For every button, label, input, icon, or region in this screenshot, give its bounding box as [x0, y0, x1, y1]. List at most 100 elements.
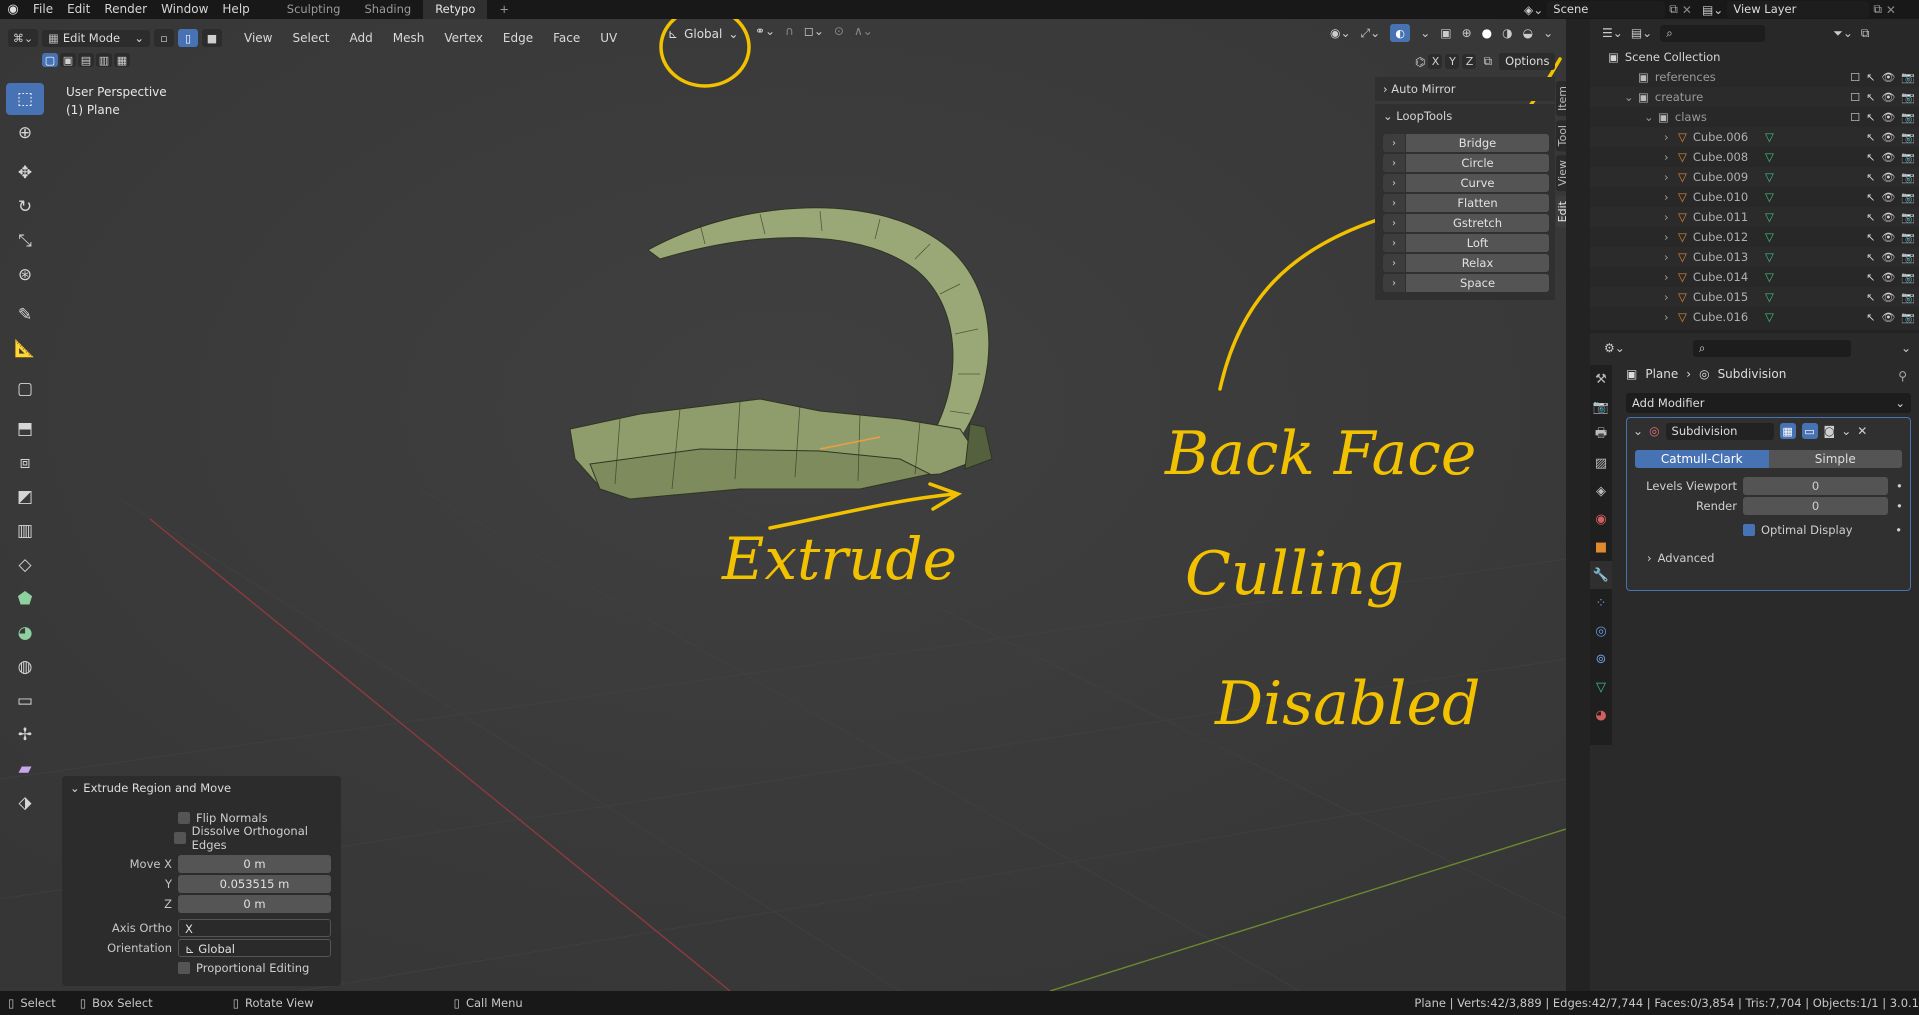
looptools-space-button[interactable]: Space — [1406, 274, 1549, 292]
overlays-dropdown-icon[interactable]: ⌄ — [1420, 26, 1430, 40]
menu-add[interactable]: Add — [342, 27, 381, 49]
exclude-checkbox-icon[interactable]: ☐ — [1850, 71, 1860, 84]
camera-icon[interactable]: 📷 — [1901, 191, 1915, 204]
options-dropdown[interactable]: Options — [1499, 53, 1556, 70]
chevron-right-icon[interactable]: › — [1383, 134, 1405, 152]
camera-icon[interactable]: 📷 — [1901, 231, 1915, 244]
menu-edge[interactable]: Edge — [495, 27, 541, 49]
tool-settings-tab-icon[interactable]: ⚒ — [1590, 365, 1612, 393]
chevron-right-icon[interactable]: › — [1383, 214, 1405, 232]
snap-icon[interactable]: ∩ — [785, 24, 794, 38]
keyframe-dot-icon[interactable]: • — [1896, 479, 1903, 493]
view-layer-tab-icon[interactable]: ▨ — [1590, 449, 1612, 477]
shading-material-icon[interactable]: ◑ — [1502, 26, 1512, 40]
keyframe-dot-icon[interactable]: • — [1896, 499, 1903, 513]
new-view-layer-icon[interactable]: ⧉ — [1873, 2, 1882, 17]
modifier-name-field[interactable]: Subdivision — [1665, 422, 1774, 440]
menu-mesh[interactable]: Mesh — [385, 27, 433, 49]
chevron-right-icon[interactable]: › — [1383, 274, 1405, 292]
smooth-tool-icon[interactable]: ◍ — [6, 651, 44, 683]
chevron-right-icon[interactable]: › — [1664, 210, 1678, 224]
eye-icon[interactable]: 👁 — [1881, 91, 1895, 104]
camera-icon[interactable]: 📷 — [1901, 251, 1915, 264]
menu-file[interactable]: File — [26, 0, 60, 19]
outliner-row[interactable]: ⌄ ▣ claws ☐ ↖ 👁 📷 — [1590, 107, 1919, 127]
options-icon[interactable]: ⌄ — [1901, 341, 1911, 355]
chevron-right-icon[interactable]: › — [1664, 230, 1678, 244]
chevron-down-icon[interactable]: ⌄ — [1644, 110, 1658, 124]
selectable-icon[interactable]: ↖ — [1866, 311, 1875, 324]
selectable-icon[interactable]: ↖ — [1866, 131, 1875, 144]
outliner-row[interactable]: › ▽ Cube.016 ▽ ↖ 👁 📷 — [1590, 307, 1919, 327]
workspace-tab-sculpting[interactable]: Sculpting — [275, 0, 353, 19]
view-layer-icon[interactable]: ▤⌄ — [1702, 3, 1723, 17]
selectable-icon[interactable]: ↖ — [1866, 191, 1875, 204]
simple-button[interactable]: Simple — [1768, 450, 1902, 468]
tab-view[interactable]: View — [1556, 155, 1566, 192]
eye-icon[interactable]: 👁 — [1881, 271, 1895, 284]
chevron-right-icon[interactable]: › — [1664, 270, 1678, 284]
menu-window[interactable]: Window — [154, 0, 215, 19]
shading-dropdown-icon[interactable]: ⌄ — [1543, 26, 1553, 40]
select-intersect-icon[interactable]: ▦ — [114, 53, 130, 67]
collapse-icon[interactable]: ⌄ — [1633, 424, 1643, 438]
mirror-icon[interactable]: ⌬ — [1415, 55, 1425, 69]
eye-icon[interactable]: 👁 — [1881, 131, 1895, 144]
filter-icon[interactable]: ⏷⌄ — [1833, 26, 1853, 41]
poly-build-tool-icon[interactable]: ⬟ — [6, 583, 44, 615]
shear-tool-icon[interactable]: ▰ — [6, 753, 44, 785]
chevron-right-icon[interactable]: › — [1664, 250, 1678, 264]
outliner-row[interactable]: › ▽ Cube.006 ▽ ↖ 👁 📷 — [1590, 127, 1919, 147]
view-layer-field[interactable]: View Layer — [1727, 1, 1870, 18]
mesh-data-icon[interactable]: ▽ — [1765, 130, 1774, 144]
loop-cut-tool-icon[interactable]: ▥ — [6, 515, 44, 547]
selectable-icon[interactable]: ↖ — [1866, 231, 1875, 244]
new-collection-icon[interactable]: ⧉ — [1861, 26, 1870, 41]
menu-select[interactable]: Select — [284, 27, 337, 49]
outliner-row[interactable]: › ▽ Cube.011 ▽ ↖ 👁 📷 — [1590, 207, 1919, 227]
eye-icon[interactable]: 👁 — [1881, 231, 1895, 244]
chevron-right-icon[interactable]: › — [1664, 170, 1678, 184]
gizmo-icon[interactable]: ⤢⌄ — [1361, 26, 1381, 41]
constraints-tab-icon[interactable]: ⊚ — [1590, 645, 1612, 673]
viewport-toggle-icon[interactable]: ▭ — [1801, 423, 1818, 439]
selectable-icon[interactable]: ↖ — [1866, 251, 1875, 264]
move-y-field[interactable]: 0.053515 m — [178, 875, 331, 893]
axis-y-toggle[interactable]: Y — [1445, 54, 1460, 69]
remove-view-layer-icon[interactable]: ✕ — [1886, 3, 1896, 17]
render-toggle-icon[interactable]: ◙ — [1824, 424, 1836, 438]
chevron-right-icon[interactable]: › — [1664, 190, 1678, 204]
data-tab-icon[interactable]: ▽ — [1590, 673, 1612, 701]
menu-face[interactable]: Face — [545, 27, 588, 49]
camera-icon[interactable]: 📷 — [1901, 111, 1915, 124]
proportional-row[interactable]: Proportional Editing — [62, 958, 341, 978]
scale-tool-icon[interactable]: ⤡ — [6, 225, 44, 257]
selectable-icon[interactable]: ↖ — [1866, 271, 1875, 284]
add-modifier-dropdown[interactable]: Add Modifier ⌄ — [1626, 393, 1911, 413]
chevron-down-icon[interactable]: ⌄ — [1624, 90, 1638, 104]
scene-icon[interactable]: ◈⌄ — [1524, 3, 1543, 17]
material-tab-icon[interactable]: ◕ — [1590, 701, 1612, 729]
optimal-display-checkbox[interactable] — [1743, 524, 1755, 536]
display-mode-icon[interactable]: ▤⌄ — [1631, 26, 1652, 40]
visibility-icon[interactable]: ◉⌄ — [1330, 26, 1351, 40]
looptools-gstretch-button[interactable]: Gstretch — [1406, 214, 1549, 232]
selectable-icon[interactable]: ↖ — [1866, 91, 1875, 104]
output-tab-icon[interactable]: 🖶 — [1590, 421, 1612, 449]
exclude-checkbox-icon[interactable]: ☐ — [1850, 91, 1860, 104]
tab-item[interactable]: Item — [1556, 81, 1566, 117]
scene-field[interactable]: Scene — [1547, 1, 1666, 18]
outliner-row[interactable]: ▣ references ☐ ↖ 👁 📷 — [1590, 67, 1919, 87]
outliner-scene-collection[interactable]: ▣ Scene Collection — [1590, 47, 1919, 67]
eye-icon[interactable]: 👁 — [1881, 191, 1895, 204]
select-extend-icon[interactable]: ▣ — [60, 53, 76, 67]
mesh-data-icon[interactable]: ▽ — [1765, 150, 1774, 164]
chevron-right-icon[interactable]: › — [1383, 254, 1405, 272]
outliner-row[interactable]: › ▽ Cube.010 ▽ ↖ 👁 📷 — [1590, 187, 1919, 207]
xray-icon[interactable]: ▣ — [1440, 26, 1451, 40]
selectable-icon[interactable]: ↖ — [1866, 111, 1875, 124]
outliner-row[interactable]: › ▽ Cube.015 ▽ ↖ 👁 📷 — [1590, 287, 1919, 307]
transform-orientation-select[interactable]: ⊾ Global ⌄ — [668, 24, 738, 44]
camera-icon[interactable]: 📷 — [1901, 171, 1915, 184]
falloff-icon[interactable]: ∧⌄ — [854, 24, 873, 38]
